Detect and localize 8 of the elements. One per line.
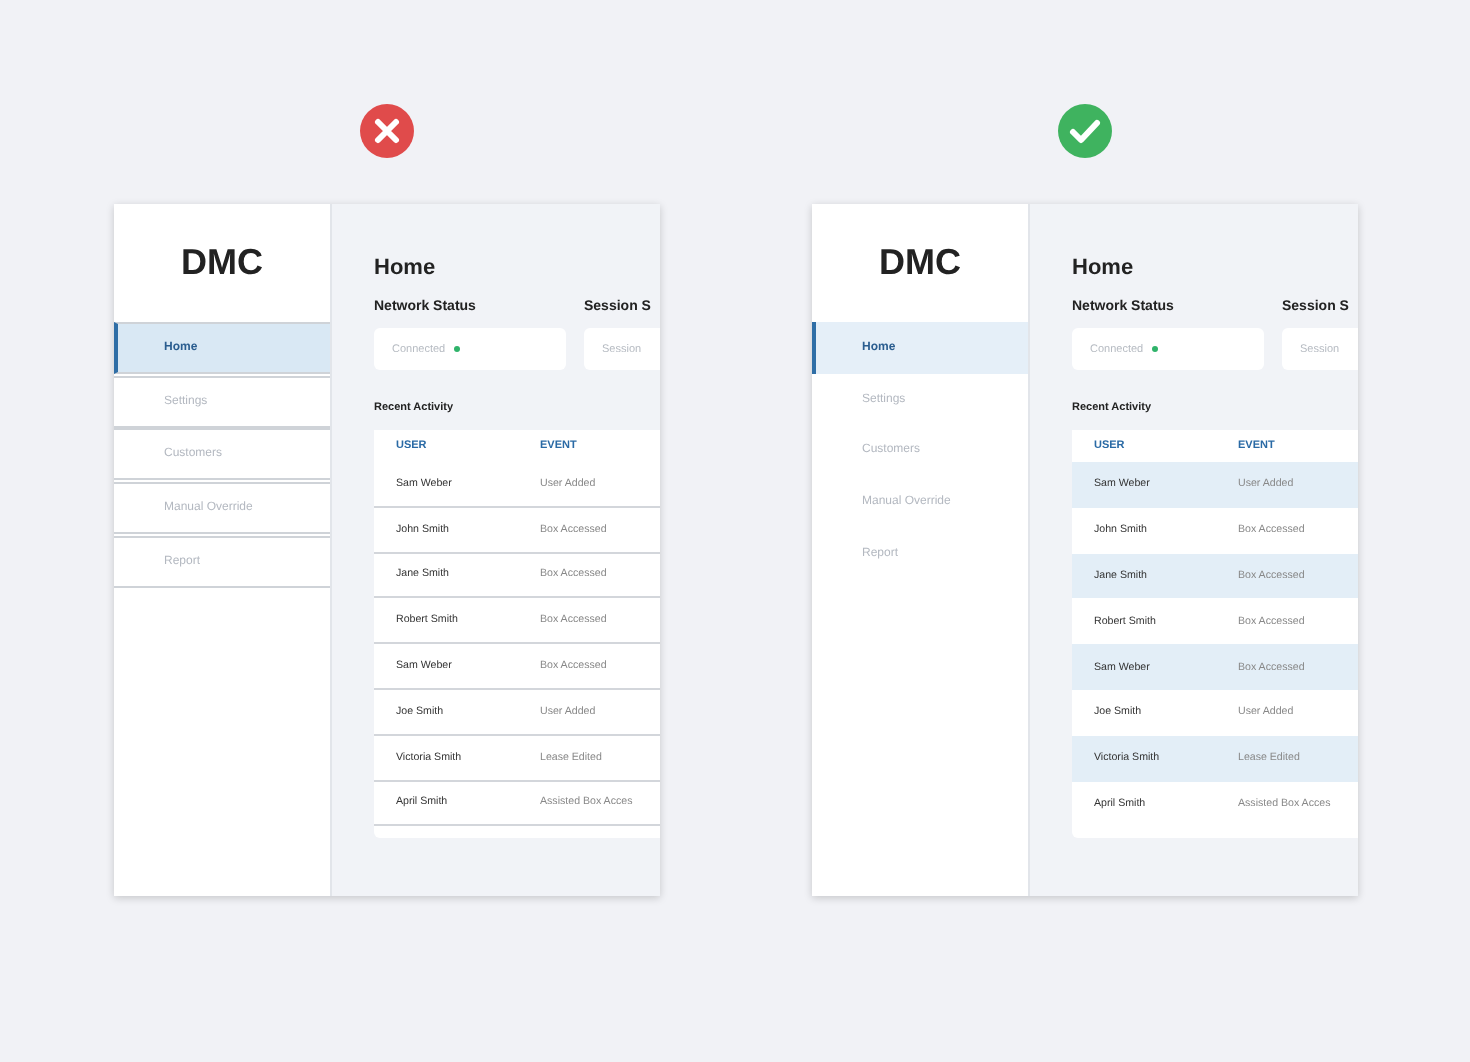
page-title: Home — [1072, 256, 1136, 280]
status-dot — [453, 346, 460, 352]
check-icon — [1058, 104, 1112, 158]
status-dot — [1151, 346, 1158, 352]
cross-icon — [360, 104, 414, 158]
page-title: Home — [374, 256, 438, 280]
logo: DMC — [879, 242, 961, 284]
logo: DMC — [181, 242, 263, 284]
